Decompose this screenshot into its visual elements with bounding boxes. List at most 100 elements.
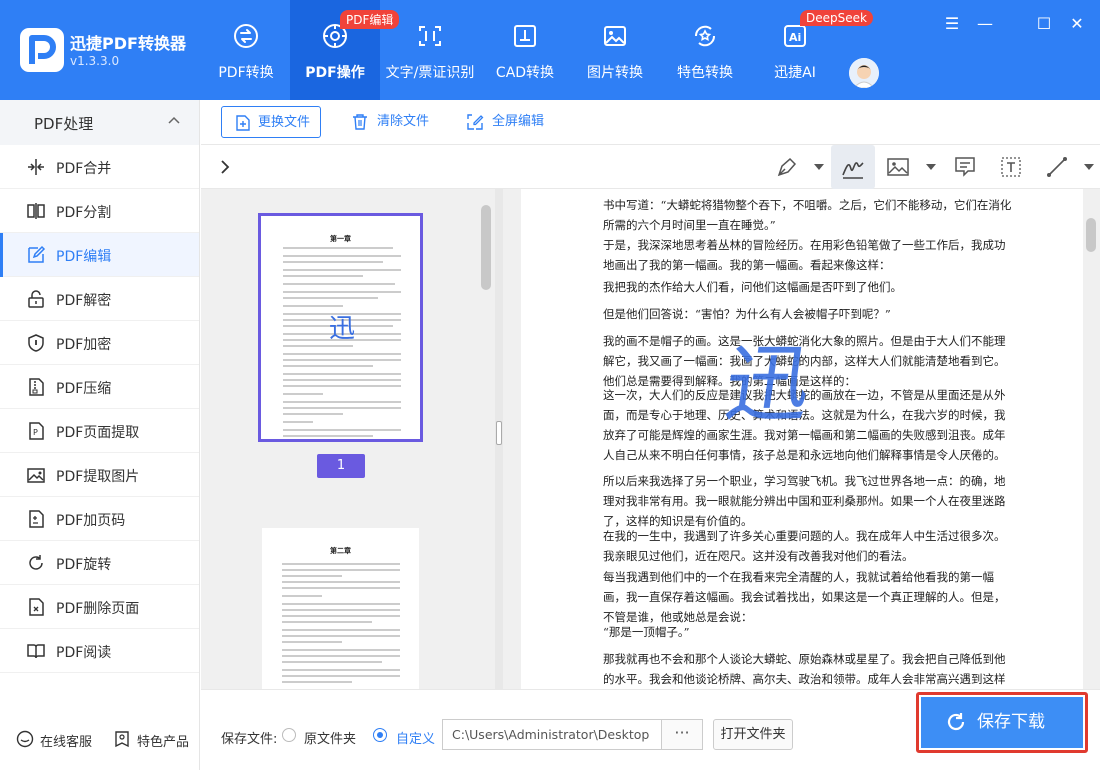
edit-toolbar <box>201 145 1100 189</box>
tab-label: CAD转换 <box>495 65 555 81</box>
sidebar-item-label: PDF加页码 <box>56 513 126 529</box>
thumbnail-title: 第二章 <box>330 547 351 555</box>
add-file-icon <box>236 115 250 131</box>
original-folder-label[interactable]: 原文件夹 <box>304 728 356 747</box>
sidebar-item-label: PDF解密 <box>56 293 112 309</box>
tab-pdf-convert[interactable]: PDF转换 <box>202 0 290 100</box>
sidebar-item-delete-page[interactable]: PDF删除页面 <box>0 585 199 629</box>
merge-icon <box>28 159 44 175</box>
doc-paragraph: 在我的一生中，我遇到了许多关心重要问题的人。我在成年人中生活过很多次。我亲眼见过… <box>603 529 1006 563</box>
delete-page-icon <box>29 598 44 616</box>
text-box-icon[interactable] <box>997 153 1025 181</box>
sidebar-item-extract-images[interactable]: PDF提取图片 <box>0 453 199 497</box>
close-icon[interactable]: ✕ <box>1065 12 1089 36</box>
annotation-icon[interactable] <box>951 153 979 181</box>
pdf-convert-icon <box>234 24 258 48</box>
cad-icon <box>514 25 536 47</box>
sidebar-item-label: PDF加密 <box>56 337 112 353</box>
maximize-icon[interactable]: ☐ <box>1032 12 1056 36</box>
original-folder-radio[interactable] <box>282 728 296 742</box>
ai-icon: Ai <box>784 25 806 47</box>
user-avatar-icon <box>849 58 879 88</box>
refresh-icon <box>947 713 965 731</box>
doc-paragraph: 书中写道：“大蟒蛇将猎物整个吞下，不咀嚼。之后，它们不能移动，它们在消化所需的六… <box>603 198 1012 232</box>
page-number-badge: 1 <box>317 454 365 478</box>
pen-tool-icon[interactable] <box>773 153 801 181</box>
inserted-signature[interactable]: 迅 <box>719 335 817 433</box>
splitter-grip[interactable] <box>496 421 502 445</box>
clear-files-label: 清除文件 <box>377 114 430 129</box>
doc-paragraph: 所以后来我选择了另一个职业，学习驾驶飞机。我飞过世界各地一点：的确，地理对我非常… <box>603 474 1006 528</box>
fullscreen-edit-button[interactable]: 全屏编辑 <box>466 106 544 138</box>
line-dropdown-caret[interactable] <box>1084 164 1094 170</box>
document-viewer: 书中写道：“大蟒蛇将猎物整个吞下，不咀嚼。之后，它们不能移动，它们在消化所需的六… <box>503 189 1100 689</box>
sidebar-item-encrypt[interactable]: PDF加密 <box>0 321 199 365</box>
sidebar-item-split[interactable]: PDF分割 <box>0 189 199 233</box>
signature-tool-button[interactable] <box>831 145 875 189</box>
document-scrollbar[interactable] <box>1086 218 1096 252</box>
thumbnail-panel: 第一章 迅 1 第二章 <box>201 189 495 689</box>
tab-image-convert[interactable]: 图片转换 <box>570 0 660 100</box>
thumbnail-text-lines <box>282 563 400 683</box>
thumbnail-page-1[interactable]: 第一章 迅 <box>258 213 423 442</box>
sidebar-item-label: PDF压缩 <box>56 381 112 397</box>
clear-files-button[interactable]: 清除文件 <box>351 106 429 138</box>
custom-folder-label[interactable]: 自定义 <box>396 728 435 747</box>
sidebar-item-decrypt[interactable]: PDF解密 <box>0 277 199 321</box>
save-path-input[interactable]: C:\Users\Administrator\Desktop <box>442 719 661 750</box>
sidebar-item-read[interactable]: PDF阅读 <box>0 629 199 673</box>
thumbnail-title: 第一章 <box>330 235 351 243</box>
file-toolbar: 更换文件 清除文件 全屏编辑 <box>201 100 1100 145</box>
sidebar-item-rotate[interactable]: PDF旋转 <box>0 541 199 585</box>
thumbnail-scrollbar[interactable] <box>481 205 491 290</box>
replace-file-label: 更换文件 <box>258 115 311 130</box>
sidebar-item-page-number[interactable]: PDF加页码 <box>0 497 199 541</box>
image-dropdown-caret[interactable] <box>926 164 936 170</box>
tab-label: PDF转换 <box>218 65 274 81</box>
sidebar-footer: 在线客服 特色产品 <box>0 720 200 760</box>
featured-products-link[interactable]: 特色产品 <box>137 731 189 750</box>
insert-image-icon[interactable] <box>884 153 912 181</box>
chat-icon <box>16 730 34 748</box>
save-download-label: 保存下载 <box>977 712 1045 732</box>
image-icon <box>604 26 626 46</box>
replace-file-button[interactable]: 更换文件 <box>221 106 322 138</box>
shield-icon <box>28 334 44 352</box>
fullscreen-edit-label: 全屏编辑 <box>492 114 545 129</box>
save-download-button[interactable]: 保存下载 <box>921 697 1083 748</box>
tab-special-convert[interactable]: 特色转换 <box>660 0 750 100</box>
signature-icon <box>842 162 864 179</box>
tab-cad-convert[interactable]: CAD转换 <box>480 0 570 100</box>
doc-paragraph: 但是他们回答说：“害怕？为什么有人会被帽子吓到呢？” <box>603 307 891 321</box>
line-tool-icon[interactable] <box>1043 153 1071 181</box>
sidebar-header[interactable]: PDF处理 <box>0 100 199 145</box>
thumbnail-page-2[interactable]: 第二章 <box>262 528 419 689</box>
pen-dropdown-caret[interactable] <box>814 164 824 170</box>
doc-paragraph: 每当我遇到他们中的一个在我看来完全清醒的人，我就试着给他看我的第一幅画，我一直保… <box>603 570 1006 624</box>
custom-folder-radio[interactable] <box>373 728 387 742</box>
browse-folder-button[interactable]: ··· <box>661 719 703 750</box>
thumbnail-signature: 迅 <box>329 314 356 344</box>
panel-splitter[interactable] <box>495 189 503 689</box>
tab-label: 图片转换 <box>587 65 643 81</box>
minimize-icon[interactable]: — <box>973 12 997 36</box>
sidebar: PDF处理 PDF合并 PDF分割 PDF编辑 PDF解密 PDF加密 PDF压… <box>0 100 200 770</box>
compress-icon <box>29 378 44 396</box>
open-folder-button[interactable]: 打开文件夹 <box>713 719 793 750</box>
sidebar-item-page-extract[interactable]: P PDF页面提取 <box>0 409 199 453</box>
user-avatar[interactable] <box>849 58 879 88</box>
sidebar-item-label: PDF删除页面 <box>56 601 140 617</box>
svg-text:P: P <box>33 428 38 437</box>
online-service-link[interactable]: 在线客服 <box>40 731 92 750</box>
expand-panel-icon[interactable] <box>217 159 233 175</box>
sidebar-item-merge[interactable]: PDF合并 <box>0 145 199 189</box>
tab-text-recognition[interactable]: 文字/票证识别 <box>380 0 480 100</box>
menu-icon[interactable]: ☰ <box>940 12 964 36</box>
doc-paragraph: 我把我的杰作给大人们看，问他们这幅画是否吓到了他们。 <box>603 280 902 294</box>
book-icon <box>27 644 45 659</box>
sidebar-item-edit[interactable]: PDF编辑 <box>0 233 199 277</box>
app-version: v1.3.3.0 <box>70 54 120 68</box>
rotate-icon <box>29 555 43 570</box>
sidebar-item-compress[interactable]: PDF压缩 <box>0 365 199 409</box>
tab-label: 文字/票证识别 <box>385 65 475 81</box>
